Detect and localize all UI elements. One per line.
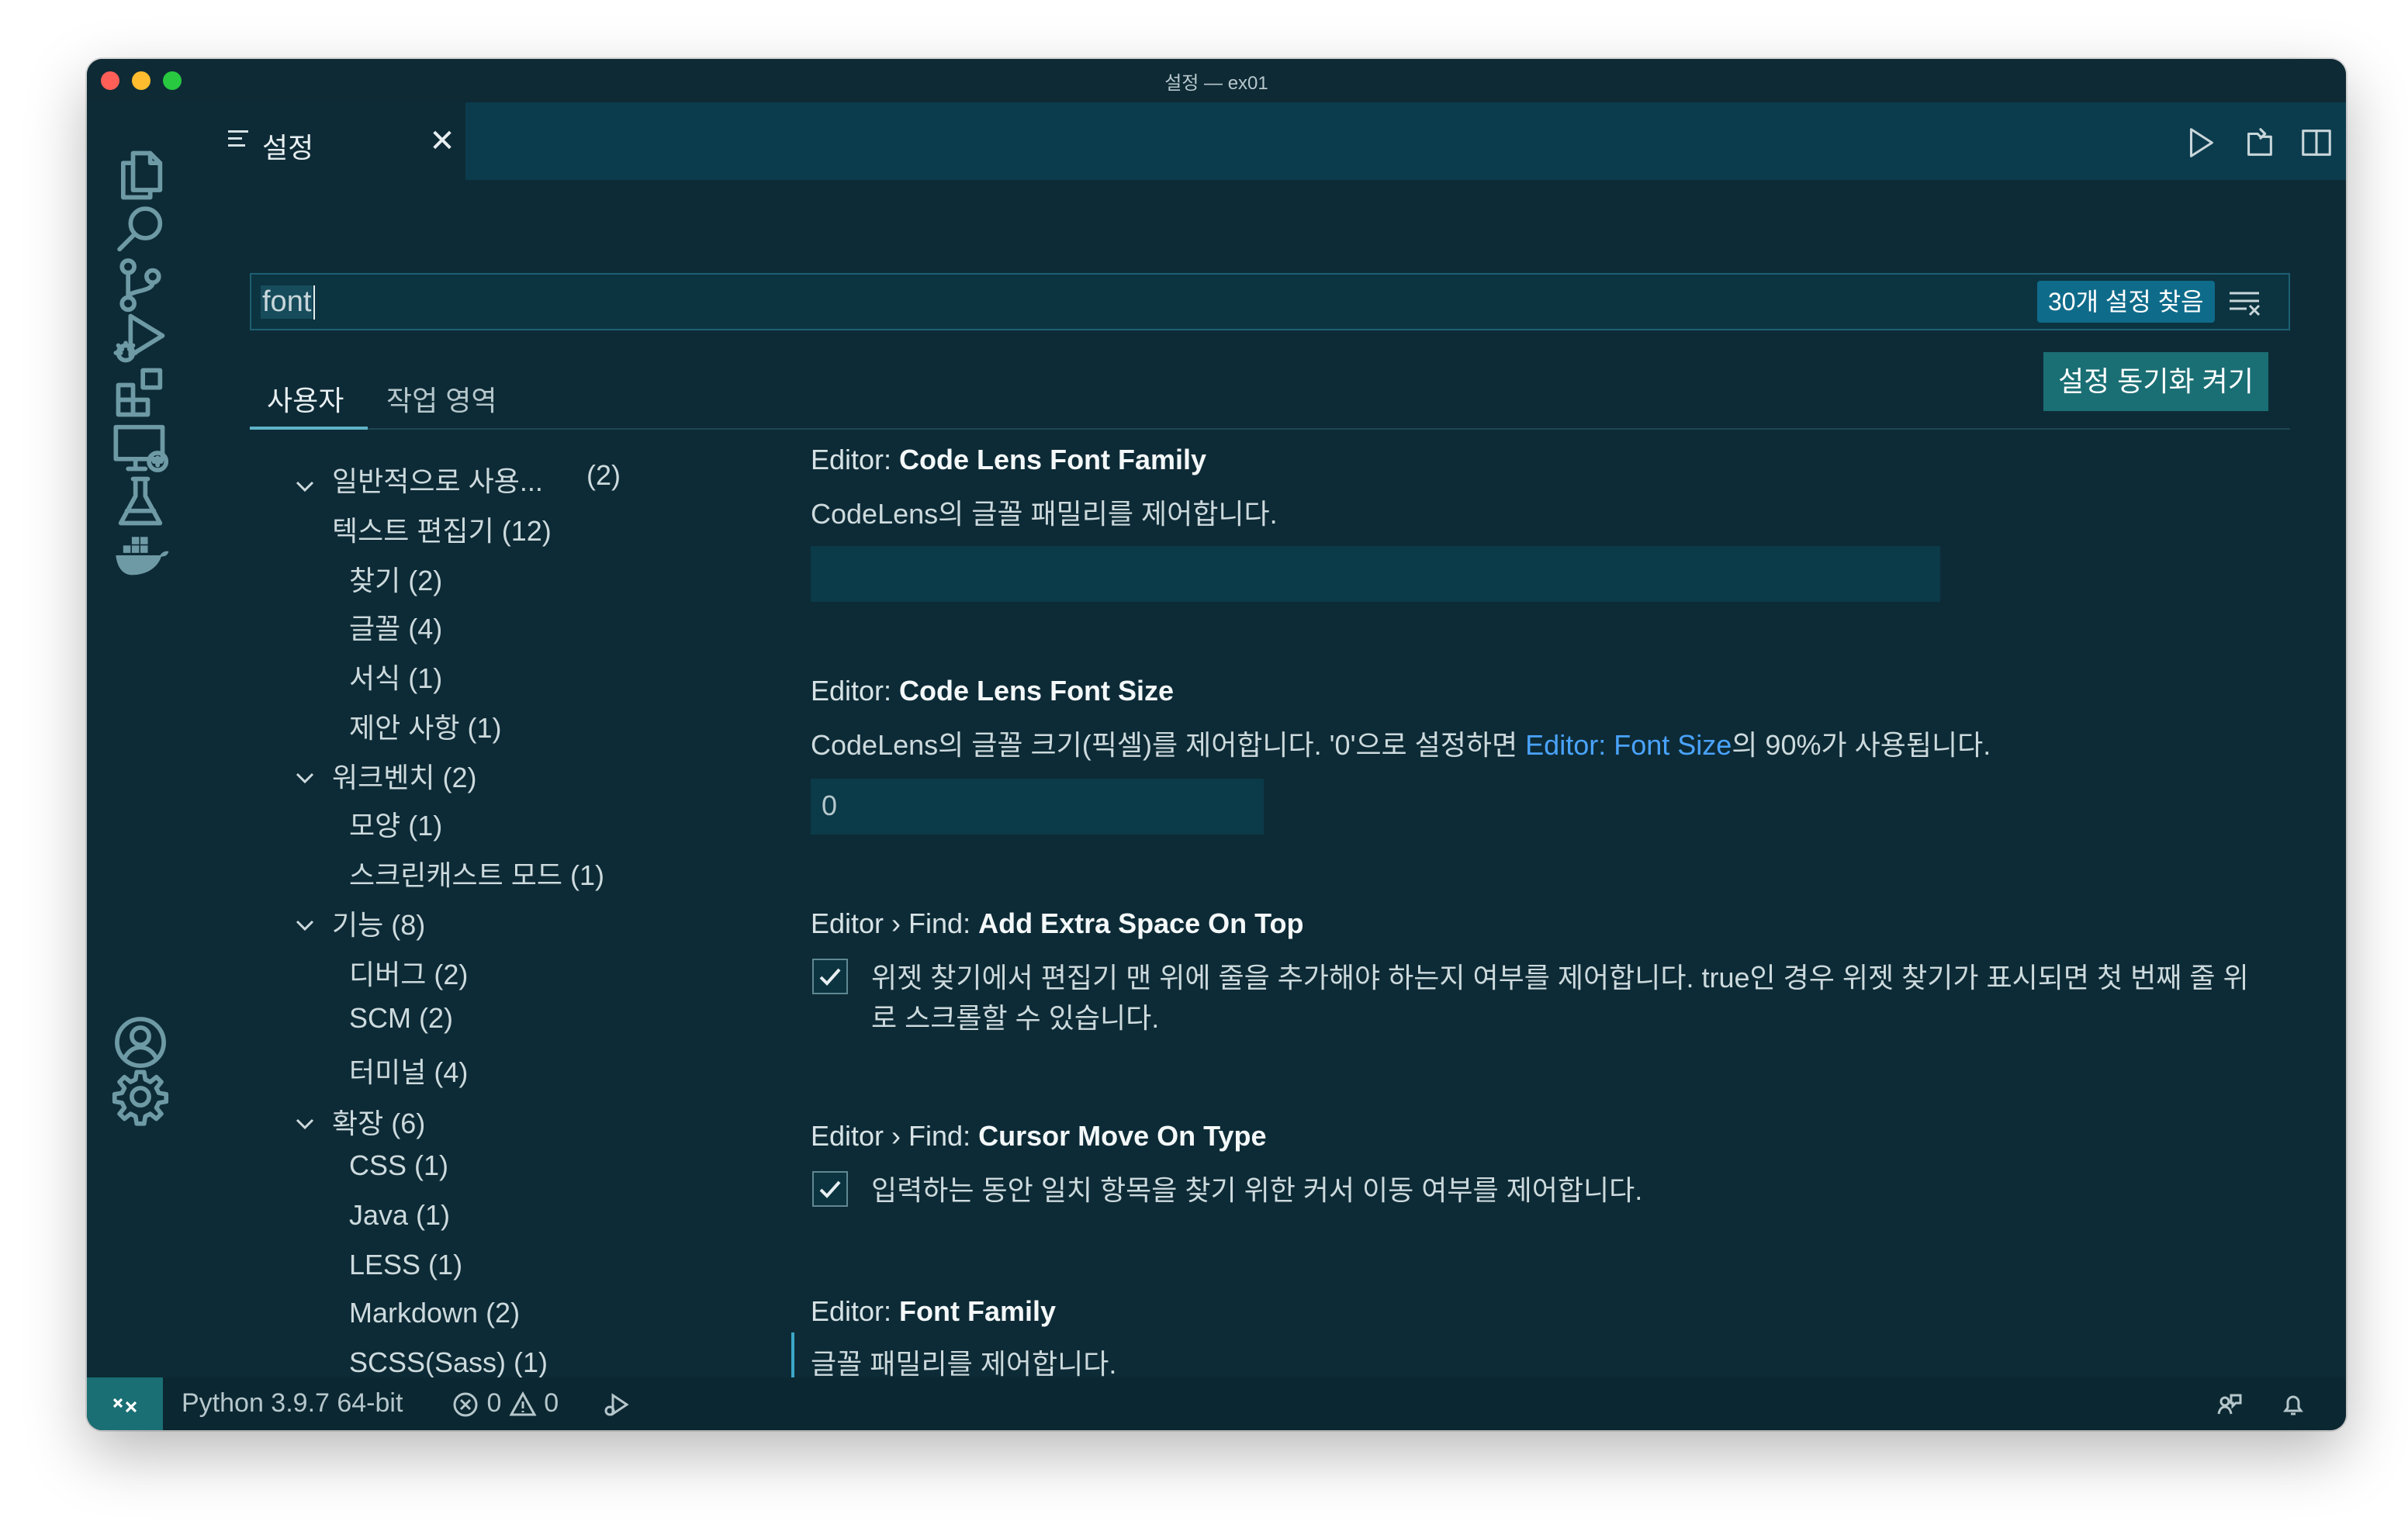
error-count: 0	[486, 1388, 502, 1418]
tab-workspace[interactable]: 작업 영역	[386, 378, 496, 419]
settings-toc: 일반적으로 사용... (2) 텍스트 편집기 (12) 찾기 (2) 글꼴 (…	[250, 459, 700, 1378]
checkmark-icon	[819, 1180, 841, 1198]
chevron-down-icon[interactable]	[293, 1112, 317, 1135]
setting-name: Code Lens Font Family	[899, 444, 1207, 475]
warning-count: 0	[544, 1388, 559, 1418]
setting-name: Cursor Move On Type	[978, 1120, 1267, 1152]
tab-label: 설정	[262, 132, 314, 164]
toc-item[interactable]: 확장 (6)	[332, 1101, 425, 1142]
toc-item[interactable]: 워크벤치 (2)	[332, 755, 476, 796]
close-window-button[interactable]	[101, 71, 119, 90]
setting-name: Add Extra Space On Top	[978, 907, 1304, 939]
setting-title: Editor › Find: Add Extra Space On Top	[811, 907, 1303, 940]
toc-item[interactable]: SCM (2)	[349, 1002, 453, 1035]
cursor-move-on-type-checkbox[interactable]	[812, 1171, 848, 1207]
setting-description-text: 의 90%가 사용됩니다.	[1732, 729, 1991, 761]
warning-icon	[509, 1391, 537, 1416]
settings-tab[interactable]: 설정 ✕	[194, 102, 465, 180]
feedback-icon[interactable]	[2216, 1388, 2244, 1419]
docker-icon[interactable]	[102, 517, 179, 594]
toc-item[interactable]: LESS (1)	[349, 1249, 462, 1281]
toc-item[interactable]: 터미널 (4)	[349, 1050, 468, 1090]
chevron-down-icon[interactable]	[293, 475, 317, 498]
toc-item[interactable]: Java (1)	[349, 1199, 450, 1232]
split-editor-icon[interactable]	[2296, 123, 2337, 163]
toc-item[interactable]: 제안 사항 (1)	[349, 706, 501, 746]
window-title: 설정 — ex01	[1164, 72, 1268, 94]
setting-title: Editor: Font Family	[811, 1295, 1056, 1328]
toc-item[interactable]: 모양 (1)	[349, 804, 442, 844]
toc-item[interactable]: 찾기 (2)	[349, 558, 442, 599]
setting-description: CodeLens의 글꼴 패밀리를 제어합니다.	[811, 498, 1278, 530]
checkmark-icon	[819, 968, 841, 986]
chevron-down-icon[interactable]	[293, 914, 317, 937]
toc-item[interactable]: 스크린캐스트 모드 (1)	[349, 853, 604, 893]
toc-item[interactable]: Markdown (2)	[349, 1297, 520, 1329]
setting-description: 위젯 찾기에서 편집기 맨 위에 줄을 추가해야 하는지 여부를 제어합니다. …	[871, 962, 2249, 994]
remote-indicator-icon[interactable]	[87, 1377, 163, 1430]
setting-description-text: CodeLens의 글꼴 크기(픽셀)를 제어합니다. '0'으로 설정하면	[811, 729, 1526, 761]
setting-category: Editor › Find:	[811, 1120, 979, 1152]
editor-tab-bar: 설정 ✕	[194, 102, 2346, 180]
status-bar: Python 3.9.7 64-bit 0 0	[87, 1377, 2346, 1430]
setting-title: Editor: Code Lens Font Size	[811, 675, 1174, 707]
notifications-bell-icon[interactable]	[2279, 1388, 2307, 1419]
code-lens-font-family-input[interactable]	[811, 546, 1940, 602]
activity-bar	[87, 102, 194, 1377]
run-icon[interactable]	[2180, 123, 2220, 163]
toc-item[interactable]: 글꼴 (4)	[349, 607, 442, 647]
settings-scope-tabs: 사용자 작업 영역	[250, 366, 2290, 430]
setting-category: Editor › Find:	[811, 907, 979, 939]
setting-title: Editor: Code Lens Font Family	[811, 444, 1206, 476]
settings-search-input[interactable]: font 30개 설정 찾음	[250, 273, 2290, 330]
search-query[interactable]: font	[261, 285, 313, 319]
settings-list: Editor: Code Lens Font Family CodeLens의 …	[811, 444, 2346, 1380]
setting-title: Editor › Find: Cursor Move On Type	[811, 1120, 1266, 1153]
clear-filter-icon[interactable]	[2226, 285, 2265, 320]
tab-user[interactable]: 사용자	[267, 378, 344, 419]
toc-item[interactable]: CSS (1)	[349, 1149, 448, 1182]
manage-gear-icon[interactable]	[102, 1058, 179, 1135]
toc-item[interactable]: 디버그 (2)	[349, 952, 468, 993]
problems-indicator[interactable]: 0 0	[452, 1388, 559, 1419]
text-cursor	[313, 285, 315, 320]
settings-sync-button[interactable]: 설정 동기화 켜기	[2043, 352, 2268, 411]
vscode-window: 설정 — ex01 설정 ✕ font 30개 설정 찾음 사용자 작업 영역 …	[87, 59, 2346, 1430]
input-value: 0	[822, 790, 838, 821]
python-interpreter[interactable]: Python 3.9.7 64-bit	[182, 1388, 403, 1419]
toc-item[interactable]: 일반적으로 사용...	[332, 459, 543, 499]
setting-name: Font Family	[899, 1295, 1057, 1327]
page: 설정 — ex01 설정 ✕ font 30개 설정 찾음 사용자 작업 영역 …	[0, 0, 2408, 1531]
tab-close-icon[interactable]: ✕	[427, 123, 458, 160]
settings-editor: font 30개 설정 찾음 사용자 작업 영역 설정 동기화 켜기 일반적으로…	[194, 180, 2346, 1421]
chevron-down-icon[interactable]	[293, 766, 317, 790]
toc-item-count: (2)	[586, 459, 621, 491]
setting-name: Code Lens Font Size	[899, 675, 1175, 707]
search-result-badge: 30개 설정 찾음	[2037, 281, 2215, 323]
open-settings-json-icon[interactable]	[2239, 123, 2279, 163]
setting-category: Editor:	[811, 1295, 900, 1327]
toc-item[interactable]: SCSS(Sass) (1)	[349, 1346, 548, 1379]
title-bar: 설정 — ex01	[87, 59, 2346, 102]
setting-category: Editor:	[811, 444, 900, 475]
toc-item[interactable]: 기능 (8)	[332, 903, 425, 943]
minimize-window-button[interactable]	[132, 71, 150, 90]
debug-launch-icon[interactable]	[602, 1388, 630, 1419]
font-size-setting-link[interactable]: Editor: Font Size	[1525, 729, 1732, 761]
zoom-window-button[interactable]	[163, 71, 182, 90]
setting-description: 글꼴 패밀리를 제어합니다.	[811, 1348, 1117, 1380]
active-tab-indicator	[250, 427, 368, 430]
toc-item[interactable]: 서식 (1)	[349, 656, 442, 696]
error-icon	[453, 1392, 478, 1417]
setting-description: 입력하는 동안 일치 항목을 찾기 위한 커서 이동 여부를 제어합니다.	[871, 1174, 1643, 1206]
code-lens-font-size-input[interactable]: 0	[811, 779, 1264, 835]
toc-item[interactable]: 텍스트 편집기 (12)	[332, 509, 552, 549]
setting-description: CodeLens의 글꼴 크기(픽셀)를 제어합니다. '0'으로 설정하면 E…	[811, 723, 1991, 763]
add-extra-space-checkbox[interactable]	[812, 959, 848, 994]
setting-category: Editor:	[811, 675, 900, 707]
setting-description: 로 스크롤할 수 있습니다.	[871, 1002, 1160, 1034]
settings-file-icon	[228, 130, 248, 151]
